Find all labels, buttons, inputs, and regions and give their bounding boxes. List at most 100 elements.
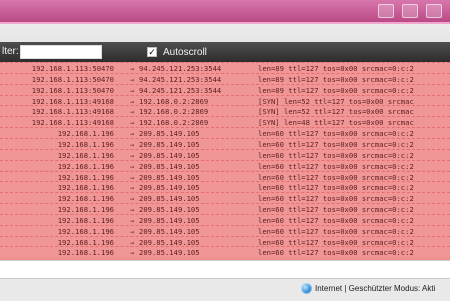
maximize-button[interactable] — [402, 4, 418, 18]
packet-destination: 209.85.149.105 — [139, 226, 200, 236]
packet-row[interactable]: 192.168.1.196 → 209.85.149.105 len=60 ttl=1… — [0, 148, 450, 160]
packet-destination: 209.85.149.105 — [139, 161, 200, 171]
packet-row[interactable]: 192.168.1.113:49168 → 192.168.0.2:2869 [SYN… — [0, 94, 450, 106]
packet-details: len=60 ttl=127 tos=0x00 srcmac=0:c:2 — [258, 183, 414, 193]
packet-arrow: → — [129, 107, 135, 117]
packet-arrow: → — [129, 226, 135, 236]
packet-destination: 94.245.121.253:3544 — [139, 85, 222, 95]
window-controls — [378, 0, 450, 22]
packet-source: 192.168.1.196 — [57, 129, 114, 139]
minimize-button[interactable] — [378, 4, 394, 18]
packet-source: 192.168.1.196 — [57, 161, 114, 171]
packet-details: len=60 ttl=127 tos=0x00 srcmac=0:c:2 — [258, 139, 414, 149]
packet-destination: 209.85.149.105 — [139, 172, 200, 182]
packet-arrow: → — [129, 74, 135, 84]
packet-arrow: → — [129, 237, 135, 247]
packet-row[interactable]: 192.168.1.196 → 209.85.149.105 len=60 ttl=1… — [0, 203, 450, 214]
filter-toolbar: lter: ✓ Autoscroll — [0, 42, 450, 62]
packet-source: 192.168.1.113:49168 — [31, 107, 114, 117]
close-button[interactable] — [426, 4, 442, 18]
packet-source: 192.168.1.196 — [57, 172, 114, 182]
packet-destination: 209.85.149.105 — [139, 215, 200, 225]
packet-row[interactable]: 192.168.1.196 → 209.85.149.105 len=60 ttl=1… — [0, 181, 450, 192]
packet-destination: 192.168.0.2:2869 — [139, 118, 209, 128]
packet-row[interactable]: 192.168.1.113:50470 → 94.245.121.253:3544 l… — [0, 72, 450, 84]
packet-row[interactable]: 192.168.1.196 → 209.85.149.105 len=60 ttl=1… — [0, 224, 450, 236]
packet-source: 192.168.1.196 — [57, 139, 114, 149]
packet-source: 192.168.1.113:50470 — [31, 64, 114, 73]
packet-arrow: → — [129, 96, 135, 106]
packet-details: [SYN] len=48 ttl=127 tos=0x00 srcmac — [258, 118, 414, 128]
packet-source: 192.168.1.196 — [57, 226, 114, 236]
packet-source: 192.168.1.196 — [57, 248, 114, 258]
packet-row[interactable]: 192.168.1.113:49168 → 192.168.0.2:2869 [SYN… — [0, 105, 450, 116]
packet-destination: 94.245.121.253:3544 — [139, 64, 222, 73]
packet-row[interactable]: 192.168.1.196 → 209.85.149.105 len=60 ttl=1… — [0, 213, 450, 225]
packet-source: 192.168.1.196 — [57, 205, 114, 215]
packet-destination: 192.168.0.2:2869 — [139, 107, 209, 117]
packet-row[interactable]: 192.168.1.196 → 209.85.149.105 len=60 ttl=1… — [0, 159, 450, 171]
packet-arrow: → — [129, 161, 135, 171]
packet-source: 192.168.1.196 — [57, 183, 114, 193]
status-bar: Internet | Geschützter Modus: Akti — [0, 278, 450, 301]
browser-window-chrome — [0, 0, 450, 40]
packet-row[interactable]: 192.168.1.113:50470 → 94.245.121.253:3544 l… — [0, 83, 450, 95]
packet-arrow: → — [129, 139, 135, 149]
packet-destination: 94.245.121.253:3544 — [139, 74, 222, 84]
packet-details: len=60 ttl=127 tos=0x00 srcmac=0:c:2 — [258, 129, 414, 139]
packet-row[interactable]: 192.168.1.196 → 209.85.149.105 len=60 ttl=1… — [0, 246, 450, 257]
packet-source: 192.168.1.196 — [57, 215, 114, 225]
globe-icon — [301, 283, 312, 294]
blank-panel — [0, 260, 450, 280]
packet-row[interactable]: 192.168.1.196 → 209.85.149.105 len=60 ttl=1… — [0, 235, 450, 247]
packet-destination: 192.168.0.2:2869 — [139, 96, 209, 106]
packet-details: [SYN] len=52 ttl=127 tos=0x00 srcmac — [258, 96, 414, 106]
packet-arrow: → — [129, 150, 135, 160]
filter-label: lter: — [2, 46, 19, 57]
packet-arrow: → — [129, 215, 135, 225]
packet-arrow: → — [129, 194, 135, 204]
packet-details: len=89 ttl=127 tos=0x00 srcmac=0:c:2 — [258, 64, 414, 73]
autoscroll-toggle[interactable]: ✓ Autoscroll — [147, 45, 207, 59]
packet-log[interactable]: 192.168.1.113:50470 → 94.245.121.253:3544 l… — [0, 62, 450, 260]
packet-arrow: → — [129, 64, 135, 73]
packet-destination: 209.85.149.105 — [139, 129, 200, 139]
packet-destination: 209.85.149.105 — [139, 150, 200, 160]
packet-details: len=89 ttl=127 tos=0x00 srcmac=0:c:2 — [258, 74, 414, 84]
packet-details: len=60 ttl=127 tos=0x00 srcmac=0:c:2 — [258, 215, 414, 225]
packet-destination: 209.85.149.105 — [139, 248, 200, 258]
packet-row[interactable]: 192.168.1.113:50470 → 94.245.121.253:3544 l… — [0, 62, 450, 73]
packet-source: 192.168.1.113:50470 — [31, 74, 114, 84]
packet-row[interactable]: 192.168.1.113:49168 → 192.168.0.2:2869 [SYN… — [0, 116, 450, 127]
autoscroll-checkbox[interactable]: ✓ — [147, 47, 157, 57]
filter-input[interactable] — [20, 45, 102, 59]
packet-arrow: → — [129, 118, 135, 128]
packet-destination: 209.85.149.105 — [139, 194, 200, 204]
packet-source: 192.168.1.113:49168 — [31, 118, 114, 128]
status-text: Internet | Geschützter Modus: Akti — [315, 284, 436, 293]
packet-source: 192.168.1.196 — [57, 237, 114, 247]
packet-details: len=60 ttl=127 tos=0x00 srcmac=0:c:2 — [258, 172, 414, 182]
packet-details: len=89 ttl=127 tos=0x00 srcmac=0:c:2 — [258, 85, 414, 95]
packet-source: 192.168.1.196 — [57, 194, 114, 204]
packet-details: len=60 ttl=127 tos=0x00 srcmac=0:c:2 — [258, 150, 414, 160]
packet-source: 192.168.1.196 — [57, 150, 114, 160]
packet-details: len=60 ttl=127 tos=0x00 srcmac=0:c:2 — [258, 205, 414, 215]
packet-arrow: → — [129, 172, 135, 182]
packet-details: len=60 ttl=127 tos=0x00 srcmac=0:c:2 — [258, 226, 414, 236]
packet-row[interactable]: 192.168.1.196 → 209.85.149.105 len=60 ttl=1… — [0, 127, 450, 138]
packet-arrow: → — [129, 205, 135, 215]
packet-arrow: → — [129, 183, 135, 193]
packet-row[interactable]: 192.168.1.196 → 209.85.149.105 len=60 ttl=1… — [0, 192, 450, 203]
autoscroll-label: Autoscroll — [163, 46, 207, 58]
packet-source: 192.168.1.113:50470 — [31, 85, 114, 95]
packet-destination: 209.85.149.105 — [139, 205, 200, 215]
packet-destination: 209.85.149.105 — [139, 237, 200, 247]
packet-row[interactable]: 192.168.1.196 → 209.85.149.105 len=60 ttl=1… — [0, 137, 450, 149]
packet-row[interactable]: 192.168.1.196 → 209.85.149.105 len=60 ttl=1… — [0, 170, 450, 182]
title-strip-highlight — [0, 22, 450, 24]
packet-destination: 209.85.149.105 — [139, 139, 200, 149]
packet-details: len=60 ttl=127 tos=0x00 srcmac=0:c:2 — [258, 161, 414, 171]
packet-details: [SYN] len=52 ttl=127 tos=0x00 srcmac — [258, 107, 414, 117]
packet-details: len=60 ttl=127 tos=0x00 srcmac=0:c:2 — [258, 237, 414, 247]
